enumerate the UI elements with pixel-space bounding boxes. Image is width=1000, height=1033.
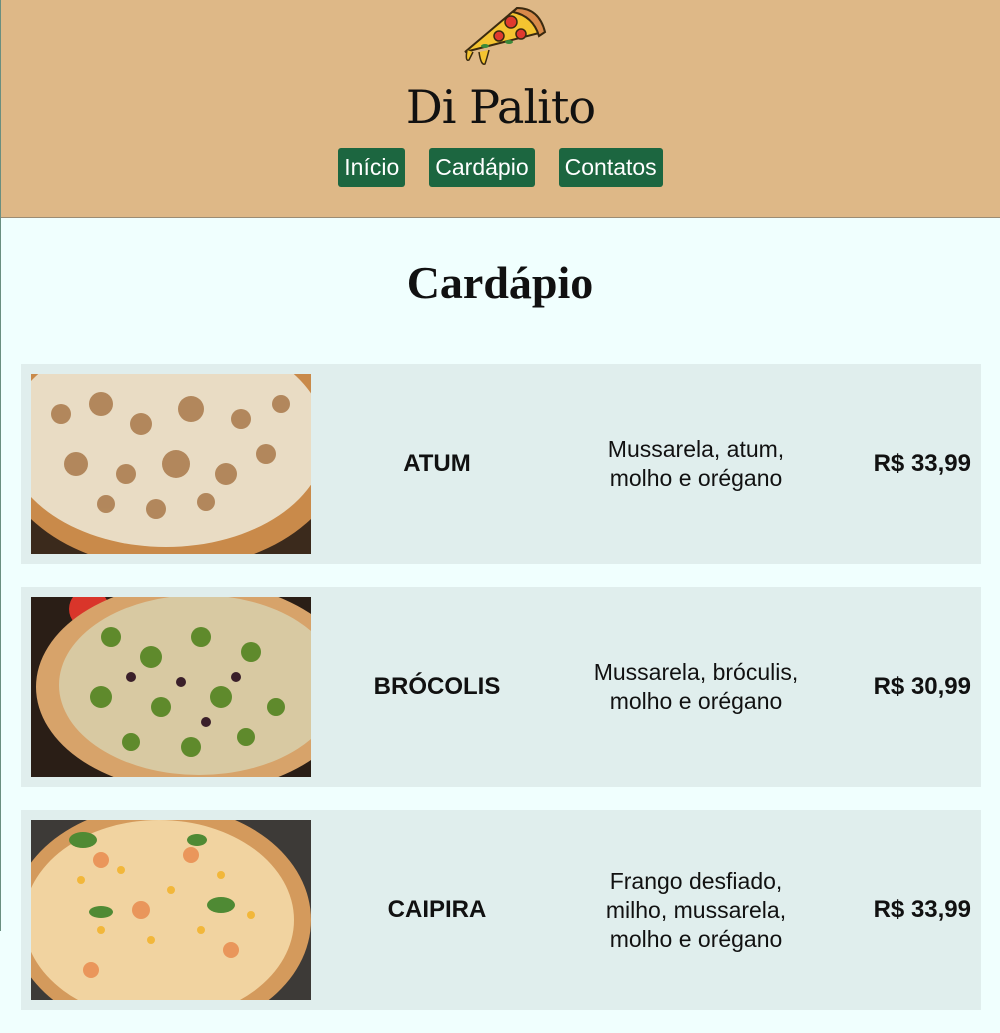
site-header: Di Palito Início Cardápio Contatos	[1, 0, 1000, 218]
pizza-slice-icon	[464, 6, 547, 65]
menu-item: CAIPIRA Frango desfiado, milho, mussarel…	[21, 810, 981, 1010]
broccoli-pizza-photo	[31, 597, 311, 777]
item-price: R$ 30,99	[873, 673, 971, 700]
menu-list: ATUM Mussarela, atum, molho e orégano R$…	[21, 364, 981, 1033]
nav-cardapio[interactable]: Cardápio	[429, 148, 535, 187]
item-description: Mussarela, bróculis, molho e orégano	[593, 659, 799, 714]
tuna-pizza-photo	[31, 374, 311, 554]
menu-item: ATUM Mussarela, atum, molho e orégano R$…	[21, 364, 981, 564]
item-price: R$ 33,99	[873, 896, 971, 923]
item-name: ATUM	[403, 450, 471, 477]
nav-inicio[interactable]: Início	[338, 148, 406, 187]
nav-contatos[interactable]: Contatos	[558, 148, 663, 187]
item-description: Mussarela, atum, molho e orégano	[607, 436, 785, 491]
page-title: Cardápio	[406, 257, 594, 308]
item-name: CAIPIRA	[387, 896, 487, 923]
item-name: BRÓCOLIS	[373, 673, 501, 700]
item-price: R$ 33,99	[873, 450, 971, 477]
brand-name: Di Palito	[405, 80, 596, 134]
menu-item: BRÓCOLIS Mussarela, bróculis, molho e or…	[21, 587, 981, 787]
main-nav: Início Cardápio Contatos	[1, 148, 1000, 187]
item-description: Frango desfiado, milho, mussarela, molho…	[605, 867, 787, 952]
caipira-pizza-photo	[31, 820, 311, 1000]
